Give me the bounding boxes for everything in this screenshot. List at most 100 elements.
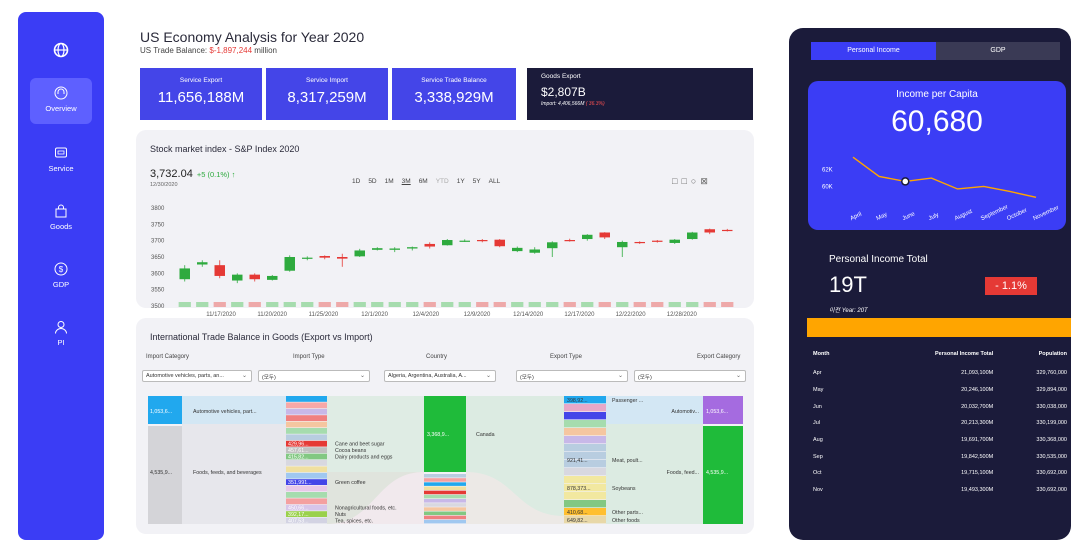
- sankey-node-value: 351,991...: [288, 480, 312, 486]
- sankey-node[interactable]: [424, 507, 466, 511]
- candle[interactable]: [442, 240, 453, 246]
- tab-gdp[interactable]: GDP: [936, 42, 1060, 60]
- sankey-node[interactable]: [286, 466, 327, 473]
- table-row[interactable]: Sep 19,842,500M 330,535,000: [813, 448, 1067, 465]
- sidebar-item-goods[interactable]: Goods: [30, 196, 92, 242]
- candle[interactable]: [512, 247, 523, 252]
- sankey-node[interactable]: [564, 492, 606, 500]
- candle[interactable]: [722, 229, 733, 232]
- candle[interactable]: [547, 242, 558, 249]
- sankey-node[interactable]: [286, 492, 327, 498]
- sankey-node[interactable]: [286, 460, 327, 466]
- sankey-node[interactable]: [286, 402, 327, 409]
- candle[interactable]: [267, 275, 278, 280]
- sankey-node[interactable]: [286, 415, 327, 421]
- candle[interactable]: [319, 256, 331, 258]
- table-row[interactable]: Apr 21,093,100M 329,760,000: [813, 365, 1067, 382]
- candle[interactable]: [687, 232, 698, 240]
- candle[interactable]: [214, 265, 226, 276]
- pit-value: 19T: [829, 272, 867, 297]
- sankey-node[interactable]: [286, 472, 327, 479]
- table-row[interactable]: Aug 19,691,700M 330,368,000: [813, 432, 1067, 449]
- candle[interactable]: [302, 257, 313, 259]
- sankey-node[interactable]: [286, 421, 327, 428]
- sankey-node[interactable]: [286, 485, 327, 492]
- sankey-node[interactable]: [564, 436, 606, 444]
- candle[interactable]: [372, 248, 383, 250]
- sidebar-item-gdp[interactable]: $ GDP: [30, 254, 92, 300]
- sankey-node[interactable]: [424, 486, 466, 491]
- sidebar-item-service[interactable]: Service: [30, 138, 92, 184]
- sankey-node[interactable]: [564, 428, 606, 436]
- candle[interactable]: [582, 234, 593, 240]
- candle[interactable]: [599, 232, 611, 238]
- candle[interactable]: [232, 274, 243, 281]
- sidebar-item-label: Service: [48, 164, 74, 173]
- sankey-node[interactable]: [424, 519, 466, 524]
- candle[interactable]: [564, 240, 576, 242]
- table-row[interactable]: May 20,246,100M 329,894,000: [813, 382, 1067, 399]
- sankey-node-value: 407,53...: [288, 518, 309, 524]
- sankey-node[interactable]: [564, 500, 606, 508]
- tab-personal-income[interactable]: Personal Income: [811, 42, 936, 60]
- candle[interactable]: [459, 240, 471, 242]
- volume-bar: [406, 302, 419, 307]
- globe-icon[interactable]: [53, 42, 69, 58]
- sankey-node[interactable]: [286, 434, 327, 441]
- sankey-node[interactable]: [424, 482, 466, 486]
- candle[interactable]: [407, 247, 418, 249]
- sankey-node[interactable]: [424, 499, 466, 503]
- candle[interactable]: [669, 239, 681, 243]
- sankey-node[interactable]: [424, 490, 466, 495]
- table-header-cell[interactable]: Personal Income Total: [853, 350, 993, 365]
- sankey-node[interactable]: [424, 515, 466, 520]
- candle[interactable]: [389, 248, 401, 250]
- sankey-node[interactable]: [564, 468, 606, 476]
- table-cell: 330,368,000: [1036, 437, 1067, 444]
- table-header-cell[interactable]: Month: [813, 350, 853, 365]
- candle[interactable]: [197, 262, 208, 265]
- sankey-node[interactable]: [286, 428, 327, 434]
- table-cell: 19,691,700M: [961, 437, 994, 444]
- sankey-node[interactable]: [564, 444, 606, 452]
- volume-bar: [318, 302, 331, 307]
- table-row[interactable]: Nov 19,493,300M 330,692,000: [813, 482, 1067, 499]
- table-header-cell[interactable]: Population: [993, 350, 1067, 365]
- candle[interactable]: [354, 250, 366, 257]
- candle[interactable]: [249, 274, 261, 280]
- candle[interactable]: [179, 268, 191, 280]
- table-row[interactable]: Jul 20,213,300M 330,199,000: [813, 415, 1067, 432]
- sidebar-item-overview[interactable]: Overview: [30, 78, 92, 124]
- table-row[interactable]: Oct 19,715,100M 330,692,000: [813, 465, 1067, 482]
- sankey-node[interactable]: [424, 503, 466, 507]
- sankey-node[interactable]: [424, 494, 466, 499]
- sankey-node-value: 429,96...: [288, 442, 309, 448]
- sankey-node[interactable]: [564, 476, 606, 484]
- pit-progress-bar: [807, 318, 1071, 337]
- table-cell: Jul: [813, 420, 821, 427]
- ipc-point[interactable]: [901, 177, 910, 186]
- sankey-node[interactable]: [564, 412, 606, 420]
- candle[interactable]: [704, 229, 716, 233]
- sankey-node[interactable]: [424, 511, 466, 516]
- sankey-node[interactable]: [286, 408, 327, 415]
- candle[interactable]: [284, 257, 296, 271]
- candle[interactable]: [617, 241, 628, 248]
- sankey-node[interactable]: [286, 498, 327, 505]
- candle[interactable]: [477, 240, 488, 242]
- sankey-node[interactable]: [424, 478, 466, 482]
- sankey-node[interactable]: [286, 396, 327, 402]
- candle[interactable]: [337, 257, 348, 259]
- sankey-node[interactable]: [564, 404, 606, 412]
- volume-bar: [686, 302, 699, 307]
- sankey-node[interactable]: [564, 420, 606, 428]
- sankey-node-value: 4,535,9...: [706, 470, 728, 476]
- candle[interactable]: [494, 239, 506, 247]
- table-row[interactable]: Jun 20,032,700M 330,038,000: [813, 398, 1067, 415]
- candle[interactable]: [424, 243, 436, 247]
- sidebar-item-pi[interactable]: PI: [30, 312, 92, 358]
- candle[interactable]: [634, 241, 646, 244]
- candle[interactable]: [529, 249, 541, 253]
- candle[interactable]: [652, 240, 663, 242]
- sankey-node[interactable]: [424, 474, 466, 478]
